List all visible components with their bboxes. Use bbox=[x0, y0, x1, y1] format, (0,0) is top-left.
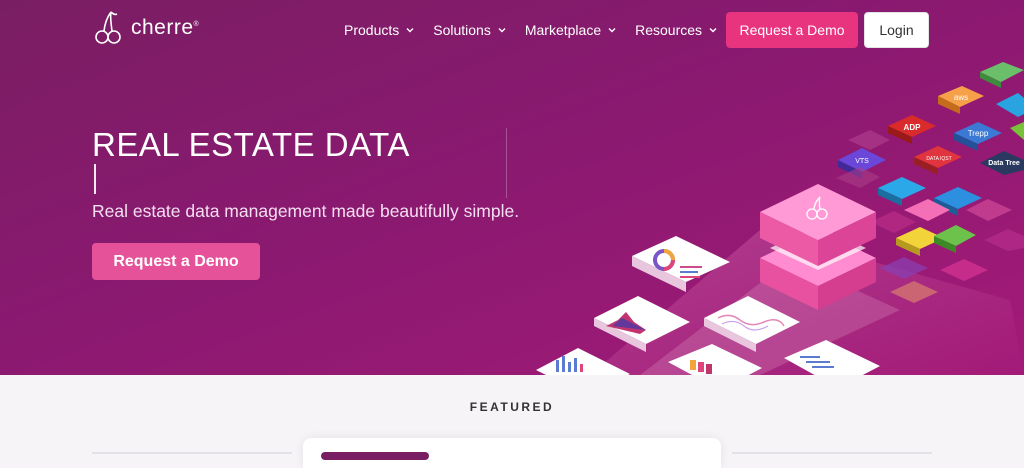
nav-item-solutions[interactable]: Solutions bbox=[433, 20, 507, 40]
nav-label: Resources bbox=[635, 22, 703, 38]
divider bbox=[506, 128, 507, 198]
chevron-down-icon bbox=[498, 28, 506, 33]
chevron-down-icon bbox=[406, 28, 414, 33]
hero-subheadline: Real estate data management made beautif… bbox=[92, 201, 520, 221]
datatree-logo: Data Tree bbox=[988, 160, 1020, 167]
nav-item-products[interactable]: Products bbox=[344, 20, 415, 40]
nav-item-marketplace[interactable]: Marketplace bbox=[525, 20, 617, 40]
typing-cursor bbox=[94, 164, 96, 194]
brand-logo[interactable]: cherre® bbox=[95, 10, 199, 46]
trepp-logo: Trepp bbox=[968, 129, 989, 138]
nav-label: Products bbox=[344, 22, 400, 38]
divider bbox=[732, 452, 932, 454]
dataiqst-logo: DATA IQST bbox=[926, 156, 951, 162]
main-nav: Products Solutions Marketplace Resources bbox=[344, 20, 736, 40]
nav-label: Solutions bbox=[433, 22, 491, 38]
hero-section: aws ADP Trepp VTS DATA IQST Data Tree ch… bbox=[0, 0, 1024, 375]
chevron-down-icon bbox=[709, 28, 717, 33]
adp-logo: ADP bbox=[904, 123, 922, 132]
featured-card-tag bbox=[321, 452, 429, 460]
brand-name: cherre® bbox=[131, 16, 200, 39]
nav-item-resources[interactable]: Resources bbox=[635, 20, 718, 40]
hero-request-demo-button[interactable]: Request a Demo bbox=[92, 243, 260, 280]
nav-label: Marketplace bbox=[524, 22, 602, 38]
hero-headline: REAL ESTATE DATA bbox=[92, 126, 410, 163]
chevron-down-icon bbox=[608, 28, 616, 33]
hero-illustration: aws ADP Trepp VTS DATA IQST Data Tree bbox=[536, 62, 1024, 375]
cherry-icon bbox=[95, 11, 121, 44]
aws-logo: aws bbox=[954, 93, 968, 102]
vts-logo: VTS bbox=[855, 158, 869, 165]
featured-card[interactable] bbox=[303, 438, 721, 468]
featured-heading: FEATURED bbox=[469, 400, 555, 414]
login-button[interactable]: Login bbox=[864, 12, 929, 48]
request-demo-button[interactable]: Request a Demo bbox=[726, 12, 858, 48]
divider bbox=[92, 452, 292, 454]
